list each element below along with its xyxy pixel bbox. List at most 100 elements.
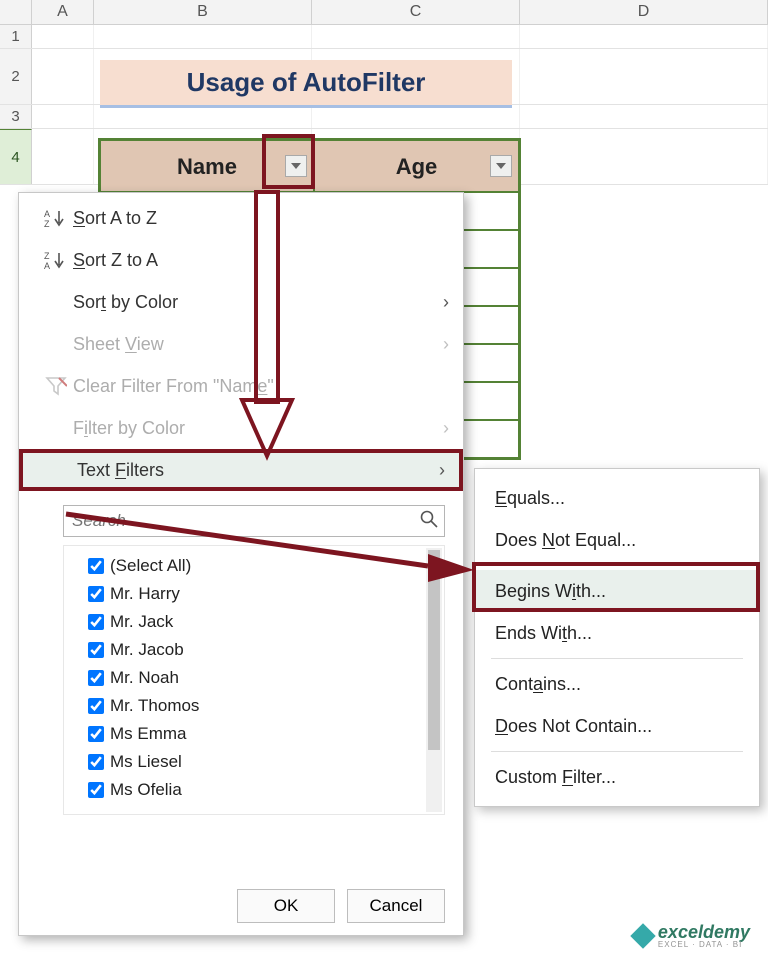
checkbox[interactable]	[88, 642, 104, 658]
checkbox[interactable]	[88, 754, 104, 770]
item-label: Ms Ofelia	[110, 780, 182, 800]
separator	[491, 658, 743, 659]
submenu-does-not-equal[interactable]: Does Not Equal...	[475, 519, 759, 561]
menu-label: Equals...	[495, 488, 565, 509]
menu-sort-by-color[interactable]: Sort by Color ›	[19, 281, 463, 323]
row-header-1[interactable]: 1	[0, 25, 32, 48]
row-header-4[interactable]: 4	[0, 129, 32, 184]
checkbox[interactable]	[88, 782, 104, 798]
menu-text-filters[interactable]: Text Filters ›	[19, 449, 463, 491]
col-header-C[interactable]: C	[312, 0, 520, 24]
submenu-custom-filter[interactable]: Custom Filter...	[475, 756, 759, 798]
list-item[interactable]: Ms Liesel	[84, 748, 438, 776]
menu-filter-by-color: Filter by Color ›	[19, 407, 463, 449]
cell[interactable]	[32, 25, 94, 48]
cell[interactable]	[32, 49, 94, 104]
clear-filter-icon	[39, 376, 73, 396]
header-label: Name	[177, 154, 237, 179]
scrollbar[interactable]	[426, 548, 442, 812]
item-label: Mr. Noah	[110, 668, 179, 688]
cell[interactable]	[312, 105, 520, 128]
submenu-equals[interactable]: Equals...	[475, 477, 759, 519]
cell[interactable]	[32, 105, 94, 128]
list-item[interactable]: Mr. Noah	[84, 664, 438, 692]
search-input[interactable]	[70, 510, 420, 532]
menu-sheet-view: Sheet View ›	[19, 323, 463, 365]
sort-asc-icon: AZ	[39, 208, 73, 228]
svg-text:Z: Z	[44, 219, 50, 228]
submenu-contains[interactable]: Contains...	[475, 663, 759, 705]
watermark-brand: exceldemy	[658, 923, 750, 941]
separator	[491, 565, 743, 566]
checkbox[interactable]	[88, 698, 104, 714]
item-label: Ms Emma	[110, 724, 187, 744]
list-item[interactable]: Ms Ofelia	[84, 776, 438, 804]
submenu-ends-with[interactable]: Ends With...	[475, 612, 759, 654]
filter-values-list: (Select All) Mr. Harry Mr. Jack Mr. Jaco…	[63, 545, 445, 815]
header-label: Age	[396, 154, 438, 179]
row-header-2[interactable]: 2	[0, 49, 32, 104]
table-header-name: Name	[100, 140, 314, 192]
menu-sort-a-to-z[interactable]: AZ Sort A to Z	[19, 197, 463, 239]
table-header-age: Age	[314, 140, 519, 192]
col-header-D[interactable]: D	[520, 0, 768, 24]
cell[interactable]	[520, 129, 768, 184]
list-item[interactable]: (Select All)	[84, 552, 438, 580]
watermark: exceldemy EXCEL · DATA · BI	[634, 923, 750, 949]
cell[interactable]	[520, 49, 768, 104]
row-header-3[interactable]: 3	[0, 105, 32, 128]
list-item[interactable]: Mr. Thomos	[84, 692, 438, 720]
checkbox[interactable]	[88, 586, 104, 602]
svg-text:Z: Z	[44, 251, 50, 261]
chevron-down-icon	[496, 163, 506, 169]
page-title: Usage of AutoFilter	[100, 60, 512, 108]
text-filters-submenu: Equals... Does Not Equal... Begins With.…	[474, 468, 760, 807]
checkbox[interactable]	[88, 614, 104, 630]
chevron-down-icon	[291, 163, 301, 169]
list-item[interactable]: Ms Emma	[84, 720, 438, 748]
checkbox[interactable]	[88, 558, 104, 574]
menu-clear-filter: Clear Filter From "Name"	[19, 365, 463, 407]
search-box[interactable]	[63, 505, 445, 537]
scrollbar-thumb[interactable]	[428, 550, 440, 750]
col-header-B[interactable]: B	[94, 0, 312, 24]
cell[interactable]	[32, 129, 94, 184]
menu-label: Does Not Contain...	[495, 716, 652, 737]
checkbox[interactable]	[88, 670, 104, 686]
filter-button-age[interactable]	[490, 155, 512, 177]
submenu-begins-with[interactable]: Begins With...	[475, 570, 759, 612]
submenu-does-not-contain[interactable]: Does Not Contain...	[475, 705, 759, 747]
cell[interactable]	[94, 25, 312, 48]
menu-label: Text Filters	[77, 460, 439, 481]
checkbox[interactable]	[88, 726, 104, 742]
menu-label: Sheet View	[73, 334, 443, 355]
menu-label: Clear Filter From "Name"	[73, 376, 449, 397]
col-header-A[interactable]: A	[32, 0, 94, 24]
cell[interactable]	[94, 105, 312, 128]
item-label: (Select All)	[110, 556, 191, 576]
menu-label: Filter by Color	[73, 418, 443, 439]
svg-text:A: A	[44, 261, 50, 270]
select-all-cell[interactable]	[0, 0, 32, 24]
list-item[interactable]: Mr. Jacob	[84, 636, 438, 664]
list-item[interactable]: Mr. Harry	[84, 580, 438, 608]
chevron-right-icon: ›	[443, 418, 449, 439]
logo-icon	[630, 923, 655, 948]
menu-sort-z-to-a[interactable]: ZA Sort Z to A	[19, 239, 463, 281]
list-item[interactable]: Mr. Jack	[84, 608, 438, 636]
item-label: Mr. Jack	[110, 612, 173, 632]
ok-button[interactable]: OK	[237, 889, 335, 923]
filter-button-name[interactable]	[285, 155, 307, 177]
watermark-tag: EXCEL · DATA · BI	[658, 941, 750, 949]
menu-label: Custom Filter...	[495, 767, 616, 788]
menu-label: Contains...	[495, 674, 581, 695]
autofilter-dropdown: AZ Sort A to Z ZA Sort Z to A Sort by Co…	[18, 192, 464, 936]
search-icon	[420, 510, 438, 533]
cell[interactable]	[520, 105, 768, 128]
cancel-button[interactable]: Cancel	[347, 889, 445, 923]
menu-label: Sort A to Z	[73, 208, 449, 229]
item-label: Mr. Thomos	[110, 696, 199, 716]
sort-desc-icon: ZA	[39, 250, 73, 270]
cell[interactable]	[520, 25, 768, 48]
cell[interactable]	[312, 25, 520, 48]
